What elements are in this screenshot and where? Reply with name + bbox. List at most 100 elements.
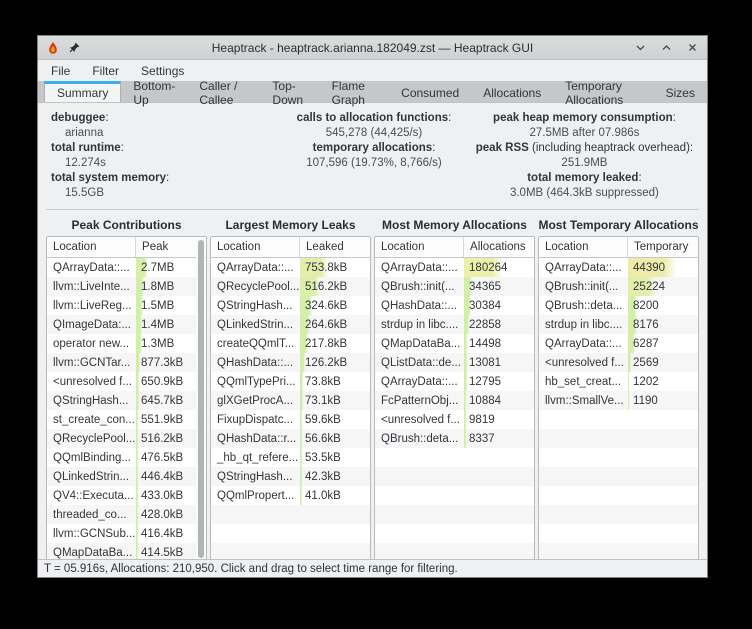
pin-icon[interactable] xyxy=(68,41,82,55)
table-body: QArrayData::...753.8kBQRecyclePool...516… xyxy=(211,258,370,559)
table-row[interactable]: hb_set_creat...1202 xyxy=(539,372,698,391)
location-cell: QHashData::r... xyxy=(211,433,300,445)
table-row[interactable]: QStringHash...645.7kB xyxy=(47,391,206,410)
table-row[interactable]: FixupDispatc...59.6kB xyxy=(211,410,370,429)
scrollbar-thumb[interactable] xyxy=(198,240,204,558)
table-row[interactable]: llvm::GCNSub...416.4kB xyxy=(47,524,206,543)
table-largest-memory-leaks: LocationLeakedQArrayData::...753.8kBQRec… xyxy=(210,236,371,559)
value-cell: 14498 xyxy=(464,334,534,353)
tab-allocations[interactable]: Allocations xyxy=(471,81,553,102)
table-row[interactable]: QImageData:...1.4MB xyxy=(47,315,206,334)
value-text: 14498 xyxy=(464,338,501,350)
tab-caller-callee[interactable]: Caller / Callee xyxy=(187,81,260,102)
table-row[interactable]: QArrayData::...44390 xyxy=(539,258,698,277)
table-row[interactable]: threaded_co...428.0kB xyxy=(47,505,206,524)
status-bar: T = 05.916s, Allocations: 210,950. Click… xyxy=(38,559,707,577)
value-cell: 1202 xyxy=(628,372,698,391)
location-cell: QBrush::init(... xyxy=(539,281,628,293)
table-row[interactable]: llvm::LiveReg...1.5MB xyxy=(47,296,206,315)
location-cell: createQQmlT... xyxy=(211,338,300,350)
minimize-button[interactable] xyxy=(633,41,647,55)
value-text: 1.4MB xyxy=(136,319,174,331)
table-row[interactable]: QQmlTypePri...73.8kB xyxy=(211,372,370,391)
tab-temporary-allocations[interactable]: Temporary Allocations xyxy=(553,81,653,102)
table-row[interactable]: <unresolved f...650.9kB xyxy=(47,372,206,391)
location-cell: QHashData::... xyxy=(375,300,464,312)
table-row[interactable]: llvm::GCNTar...877.3kB xyxy=(47,353,206,372)
column-header-allocations[interactable]: Allocations xyxy=(464,237,534,257)
table-row[interactable]: QHashData::...126.2kB xyxy=(211,353,370,372)
table-row[interactable]: strdup in libc....8176 xyxy=(539,315,698,334)
table-row[interactable]: QBrush::deta...8200 xyxy=(539,296,698,315)
tab-sizes[interactable]: Sizes xyxy=(654,81,707,102)
menu-settings[interactable]: Settings xyxy=(141,64,184,78)
table-row[interactable]: QArrayData::...12795 xyxy=(375,372,534,391)
column-header-location[interactable]: Location xyxy=(47,237,136,257)
tab-flame-graph[interactable]: Flame Graph xyxy=(320,81,390,102)
table-row[interactable]: QStringHash...42.3kB xyxy=(211,467,370,486)
table-row[interactable]: glXGetProcA...73.1kB xyxy=(211,391,370,410)
location-cell: llvm::GCNSub... xyxy=(47,528,136,540)
panel-most-memory-allocations: Most Memory AllocationsLocationAllocatio… xyxy=(374,216,535,559)
table-row[interactable]: QStringHash...324.6kB xyxy=(211,296,370,315)
value-text: 42.3kB xyxy=(300,471,341,483)
table-row[interactable]: QArrayData::...2.7MB xyxy=(47,258,206,277)
tab-top-down[interactable]: Top-Down xyxy=(260,81,319,102)
table-row[interactable]: QMapDataBa...14498 xyxy=(375,334,534,353)
menu-bar: File Filter Settings xyxy=(38,60,707,81)
table-row[interactable]: QMapDataBa...414.5kB xyxy=(47,543,206,559)
tab-summary[interactable]: Summary xyxy=(44,81,121,102)
column-header-temporary[interactable]: Temporary xyxy=(628,237,698,257)
stat-label: total memory leaked: xyxy=(472,171,697,186)
value-cell: 6287 xyxy=(628,334,698,353)
table-row[interactable]: QHashData::r...56.6kB xyxy=(211,429,370,448)
titlebar[interactable]: Heaptrack - heaptrack.arianna.182049.zst… xyxy=(38,36,707,60)
table-row[interactable]: <unresolved f...9819 xyxy=(375,410,534,429)
menu-file[interactable]: File xyxy=(51,64,70,78)
table-row[interactable]: QQmlPropert...41.0kB xyxy=(211,486,370,505)
table-row[interactable]: createQQmlT...217.8kB xyxy=(211,334,370,353)
location-cell: QBrush::deta... xyxy=(539,300,628,312)
table-row[interactable]: QLinkedStrin...446.4kB xyxy=(47,467,206,486)
column-header-location[interactable]: Location xyxy=(375,237,464,257)
location-cell: llvm::LiveInte... xyxy=(47,281,136,293)
table-row[interactable]: llvm::LiveInte...1.8MB xyxy=(47,277,206,296)
table-row[interactable]: st_create_con...551.9kB xyxy=(47,410,206,429)
table-row[interactable]: QRecyclePool...516.2kB xyxy=(211,277,370,296)
table-row[interactable]: llvm::SmallVe...1190 xyxy=(539,391,698,410)
value-cell: 217.8kB xyxy=(300,334,370,353)
table-row[interactable]: QRecyclePool...516.2kB xyxy=(47,429,206,448)
menu-filter[interactable]: Filter xyxy=(92,64,119,78)
location-cell: QHashData::... xyxy=(211,357,300,369)
maximize-button[interactable] xyxy=(659,41,673,55)
table-row[interactable]: strdup in libc....22858 xyxy=(375,315,534,334)
table-row[interactable]: operator new...1.3MB xyxy=(47,334,206,353)
value-text: 30384 xyxy=(464,300,501,312)
location-cell: QStringHash... xyxy=(47,395,136,407)
tab-consumed[interactable]: Consumed xyxy=(389,81,471,102)
table-row[interactable]: QBrush::init(...25224 xyxy=(539,277,698,296)
table-row[interactable]: QBrush::init(...34365 xyxy=(375,277,534,296)
column-header-leaked[interactable]: Leaked xyxy=(300,237,370,257)
table-row[interactable]: QListData::de...13081 xyxy=(375,353,534,372)
location-cell: QRecyclePool... xyxy=(211,281,300,293)
close-button[interactable] xyxy=(685,41,699,55)
value-text: 324.6kB xyxy=(300,300,347,312)
tab-bottom-up[interactable]: Bottom-Up xyxy=(121,81,187,102)
table-row[interactable]: <unresolved f...2569 xyxy=(539,353,698,372)
table-row[interactable]: _hb_qt_refere...53.5kB xyxy=(211,448,370,467)
summary-stats: debuggee: arianna total runtime: 12.274s… xyxy=(46,109,699,207)
table-row[interactable]: QLinkedStrin...264.6kB xyxy=(211,315,370,334)
table-row[interactable]: QV4::Executa...433.0kB xyxy=(47,486,206,505)
column-header-location[interactable]: Location xyxy=(211,237,300,257)
table-row[interactable]: QBrush::deta...8337 xyxy=(375,429,534,448)
table-row[interactable]: FcPatternObj...10884 xyxy=(375,391,534,410)
vertical-scrollbar[interactable] xyxy=(196,238,205,559)
table-row[interactable]: QArrayData::...753.8kB xyxy=(211,258,370,277)
value-text: 264.6kB xyxy=(300,319,347,331)
table-row[interactable]: QQmlBinding...476.5kB xyxy=(47,448,206,467)
column-header-location[interactable]: Location xyxy=(539,237,628,257)
table-row[interactable]: QArrayData::...180264 xyxy=(375,258,534,277)
table-row[interactable]: QArrayData::...6287 xyxy=(539,334,698,353)
table-row[interactable]: QHashData::...30384 xyxy=(375,296,534,315)
